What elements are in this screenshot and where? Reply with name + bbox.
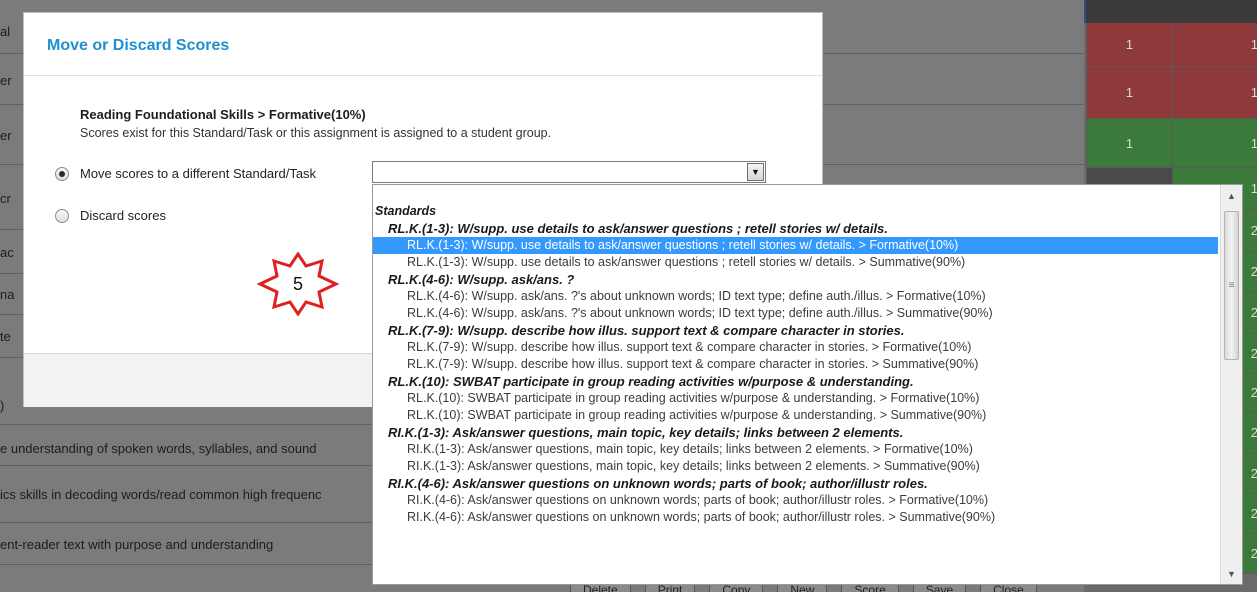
dropdown-group-header: RL.K.(7-9): W/supp. describe how illus. … [388,323,905,338]
background-row-label: ics skills in decoding words/read common… [0,487,322,502]
scrollbar-thumb[interactable]: ≡ [1224,211,1239,360]
step-annotation: 5 [256,252,340,316]
score-cell: 1 [1172,119,1257,168]
score-cell: 1 [1086,23,1172,67]
dialog-footer [24,354,374,407]
step-number: 5 [292,273,303,294]
chevron-down-icon[interactable]: ▼ [747,163,764,181]
discard-scores-radio[interactable] [55,208,69,223]
score-grid-header [1084,0,1257,23]
standard-task-dropdown-list[interactable]: Standards RL.K.(1-3): W/supp. use detail… [372,184,1243,585]
scroll-down-icon[interactable]: ▼ [1221,565,1242,582]
background-row-label: ac [0,245,14,260]
dropdown-options: Standards RL.K.(1-3): W/supp. use detail… [373,203,1221,526]
group-header-standards: Standards [375,204,437,218]
dropdown-group-header: RL.K.(1-3): W/supp. use details to ask/a… [388,221,888,236]
discard-scores-label[interactable]: Discard scores [80,208,166,223]
dropdown-group-header: RL.K.(10): SWBAT participate in group re… [388,374,914,389]
dropdown-option[interactable]: RL.K.(4-6): W/supp. ask/ans. ?'s about u… [373,305,1221,322]
dropdown-option[interactable]: RL.K.(7-9): W/supp. describe how illus. … [373,356,1221,373]
background-row-label: er [0,73,12,88]
dropdown-option[interactable]: RI.K.(1-3): Ask/answer questions, main t… [373,441,1221,458]
background-row-label: e understanding of spoken words, syllabl… [0,441,317,456]
background-row-label: al [0,24,11,39]
score-cell: 1 [1086,119,1172,168]
dropdown-option[interactable]: RL.K.(1-3): W/supp. use details to ask/a… [373,254,1221,271]
explanation-text: Scores exist for this Standard/Task or t… [80,126,552,140]
background-row-label: te [0,329,11,344]
dropdown-option-selected[interactable]: RL.K.(1-3): W/supp. use details to ask/a… [373,237,1218,254]
discard-scores-option[interactable]: Discard scores [55,208,166,223]
scroll-up-icon[interactable]: ▲ [1221,187,1242,204]
background-row-label: ent-reader text with purpose and underst… [0,537,274,552]
background-row-label: cr [0,191,11,206]
move-scores-radio[interactable] [55,166,69,181]
dropdown-group-header: RI.K.(4-6): Ask/answer questions on unkn… [388,476,928,491]
standard-breadcrumb: Reading Foundational Skills > Formative(… [80,107,366,122]
dropdown-option[interactable]: RI.K.(1-3): Ask/answer questions, main t… [373,458,1221,475]
score-cell: 1 [1172,23,1257,67]
background-row-label: ) [0,398,5,413]
move-scores-label[interactable]: Move scores to a different Standard/Task [80,166,316,181]
dropdown-option[interactable]: RI.K.(4-6): Ask/answer questions on unkn… [373,492,1221,509]
dropdown-group-header: RI.K.(1-3): Ask/answer questions, main t… [388,425,904,440]
dropdown-group-header: RL.K.(4-6): W/supp. ask/ans. ? [388,272,575,287]
move-scores-option[interactable]: Move scores to a different Standard/Task [55,166,316,181]
scroll-grip-icon: ≡ [1228,280,1235,291]
background-row-label: er [0,128,12,143]
dialog-title: Move or Discard Scores [47,37,230,54]
title-divider [24,75,822,76]
score-cell: 1 [1172,67,1257,119]
score-cell: 1 [1086,67,1172,119]
dropdown-option[interactable]: RL.K.(7-9): W/supp. describe how illus. … [373,339,1221,356]
standard-task-select[interactable]: ▼ [372,161,766,183]
dropdown-option[interactable]: RL.K.(10): SWBAT participate in group re… [373,390,1221,407]
dropdown-option[interactable]: RL.K.(10): SWBAT participate in group re… [373,407,1221,424]
background-row-label: na [0,287,15,302]
dropdown-scrollbar[interactable]: ▲ ≡ ▼ [1220,185,1242,584]
dropdown-option[interactable]: RI.K.(4-6): Ask/answer questions on unkn… [373,509,1221,526]
dropdown-option[interactable]: RL.K.(4-6): W/supp. ask/ans. ?'s about u… [373,288,1221,305]
